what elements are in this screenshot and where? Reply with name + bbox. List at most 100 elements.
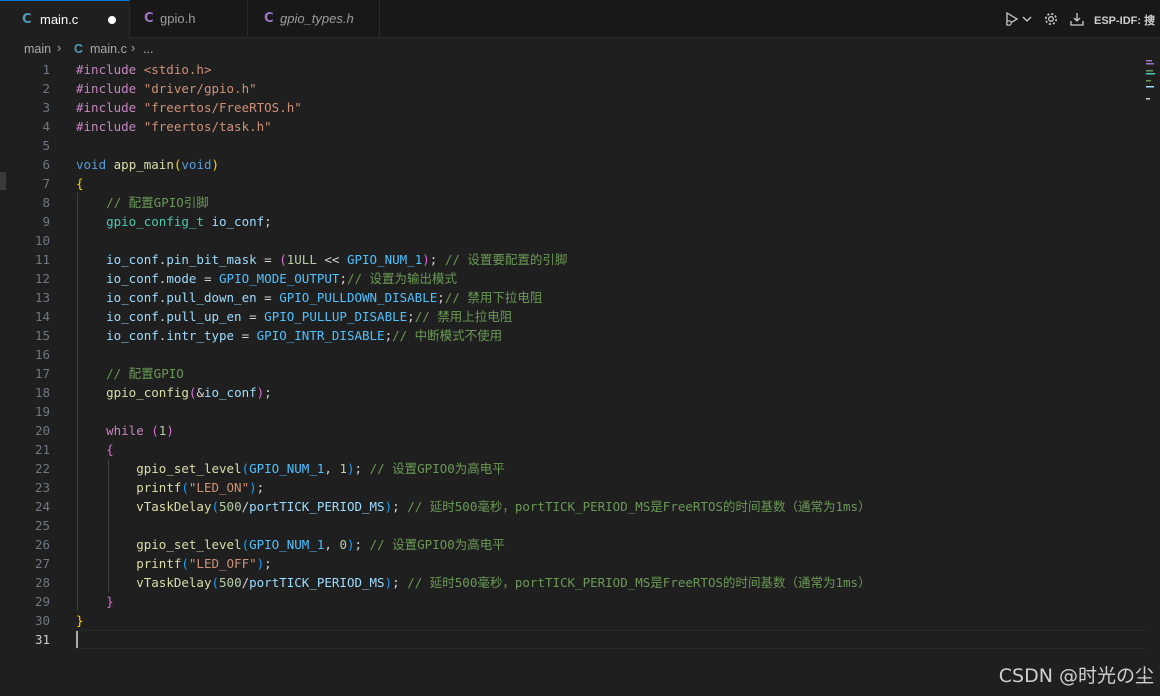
code-token: 500 xyxy=(219,575,242,590)
code-token: // 中断模式不使用 xyxy=(392,328,503,343)
tab-gpio-h[interactable]: C gpio.h xyxy=(130,0,248,38)
code-token: io_conf xyxy=(106,252,159,267)
code-token: "freertos/task.h" xyxy=(143,119,272,134)
code-token: GPIO_NUM_1 xyxy=(249,537,325,552)
run-debug-icon[interactable] xyxy=(1004,11,1020,27)
code-line[interactable]: #include "driver/gpio.h" xyxy=(76,79,257,98)
text-cursor xyxy=(76,631,78,648)
code-token: // 延时500毫秒，portTICK_PERIOD_MS是FreeRTOS的时… xyxy=(407,499,871,514)
tab-bar: C main.c C gpio.h C gpio_types.h ESP-IDF… xyxy=(0,0,1160,39)
code-token: ; xyxy=(339,271,347,286)
code-token: ; xyxy=(392,575,408,590)
code-line[interactable]: } xyxy=(76,592,114,611)
code-token: "LED_OFF" xyxy=(188,556,257,571)
esp-idf-search-button[interactable]: ESP-IDF: 搜 xyxy=(1094,12,1155,28)
code-line[interactable]: io_conf.intr_type = GPIO_INTR_DISABLE;//… xyxy=(76,326,502,345)
code-line[interactable]: void app_main(void) xyxy=(76,155,219,174)
code-line[interactable]: vTaskDelay(500/portTICK_PERIOD_MS); // 延… xyxy=(76,573,870,592)
code-token: #include xyxy=(76,81,144,96)
line-number: 11 xyxy=(34,252,50,267)
code-token: // 设置GPIO0为高电平 xyxy=(369,537,505,552)
code-token: app_main xyxy=(113,157,174,172)
code-line[interactable]: gpio_config(&io_conf); xyxy=(76,383,272,402)
breadcrumb-more[interactable]: ... xyxy=(143,42,153,56)
line-number: 25 xyxy=(34,518,50,533)
code-token: printf xyxy=(136,480,182,495)
code-token: 1 xyxy=(339,461,347,476)
code-token: ; xyxy=(354,537,370,552)
code-line[interactable]: io_conf.pin_bit_mask = (1ULL << GPIO_NUM… xyxy=(76,250,567,269)
c-file-icon: C xyxy=(74,42,84,56)
code-token: GPIO_NUM_1 xyxy=(346,252,423,267)
code-token: { xyxy=(106,442,114,457)
line-number: 31 xyxy=(34,632,50,647)
code-token: ( xyxy=(181,556,189,571)
breadcrumb-folder[interactable]: main xyxy=(24,42,51,56)
unsaved-dot-icon[interactable] xyxy=(108,16,116,24)
code-token: "driver/gpio.h" xyxy=(143,81,257,96)
code-line[interactable]: io_conf.pull_up_en = GPIO_PULLUP_DISABLE… xyxy=(76,307,512,326)
code-token: << xyxy=(316,252,347,267)
code-token: io_conf xyxy=(106,328,159,343)
code-line[interactable]: #include "freertos/FreeRTOS.h" xyxy=(76,98,302,117)
code-line[interactable]: { xyxy=(76,174,84,193)
chevron-down-icon[interactable] xyxy=(1021,12,1033,28)
line-number: 30 xyxy=(34,613,50,628)
line-number: 9 xyxy=(42,214,50,229)
code-token: io_conf xyxy=(106,271,159,286)
code-line[interactable]: // 配置GPIO引脚 xyxy=(76,193,209,212)
code-token: ; xyxy=(264,556,272,571)
code-token: ( xyxy=(151,423,159,438)
line-number: 15 xyxy=(34,328,50,343)
tab-main-c[interactable]: C main.c xyxy=(0,0,130,39)
code-token: #include xyxy=(76,119,144,134)
code-token: = xyxy=(256,252,280,267)
code-line[interactable]: while (1) xyxy=(76,421,174,440)
c-file-icon: C xyxy=(22,12,32,27)
code-line[interactable]: gpio_config_t io_conf; xyxy=(76,212,272,231)
code-line[interactable]: io_conf.mode = GPIO_MODE_OUTPUT;// 设置为输出… xyxy=(76,269,457,288)
tab-gpio-types-h[interactable]: C gpio_types.h xyxy=(248,0,380,38)
line-number: 29 xyxy=(34,594,50,609)
line-number: 5 xyxy=(42,138,50,153)
code-line[interactable]: } xyxy=(76,611,84,630)
gear-icon[interactable] xyxy=(1043,11,1059,27)
code-line[interactable]: printf("LED_OFF"); xyxy=(76,554,272,573)
code-token: // 设置为输出模式 xyxy=(346,271,458,286)
download-icon[interactable] xyxy=(1069,11,1085,27)
code-token: } xyxy=(106,594,114,609)
code-line[interactable]: printf("LED_ON"); xyxy=(76,478,264,497)
code-line[interactable]: vTaskDelay(500/portTICK_PERIOD_MS); // 延… xyxy=(76,497,871,516)
code-token: pin_bit_mask xyxy=(166,252,257,267)
code-line[interactable]: { xyxy=(76,440,114,459)
code-token: "freertos/FreeRTOS.h" xyxy=(143,100,302,115)
code-token: GPIO_INTR_DISABLE xyxy=(256,328,385,343)
code-token: io_conf xyxy=(211,214,265,229)
code-line[interactable]: #include <stdio.h> xyxy=(76,60,211,79)
code-line[interactable]: // 配置GPIO xyxy=(76,364,184,383)
tab-label: main.c xyxy=(40,12,79,27)
code-token: ) xyxy=(211,157,220,172)
breadcrumb-file[interactable]: main.c xyxy=(90,42,127,56)
code-token: = xyxy=(256,290,280,305)
line-number: 10 xyxy=(34,233,50,248)
code-token: ( xyxy=(241,461,250,476)
minimap[interactable] xyxy=(1146,60,1156,120)
code-editor[interactable]: 1 2 3 4 5 6 7 8 9 10 11 12 13 14 15 16 17 18 19 20 21 22 23 24 2… xyxy=(0,60,1160,696)
code-line[interactable]: gpio_set_level(GPIO_NUM_1, 1); // 设置GPIO… xyxy=(76,459,505,478)
line-number: 7 xyxy=(42,176,50,191)
code-line[interactable]: #include "freertos/task.h" xyxy=(76,117,272,136)
code-token: ; xyxy=(429,252,445,267)
code-line[interactable]: gpio_set_level(GPIO_NUM_1, 0); // 设置GPIO… xyxy=(76,535,505,554)
tab-label: gpio_types.h xyxy=(280,11,354,26)
code-line[interactable]: io_conf.pull_down_en = GPIO_PULLDOWN_DIS… xyxy=(76,288,542,307)
watermark: CSDN @时光の尘 xyxy=(998,665,1154,687)
line-number: 14 xyxy=(34,309,50,324)
code-token: io_conf xyxy=(106,290,159,305)
line-number: 20 xyxy=(34,423,50,438)
code-token: <stdio.h> xyxy=(143,62,212,77)
